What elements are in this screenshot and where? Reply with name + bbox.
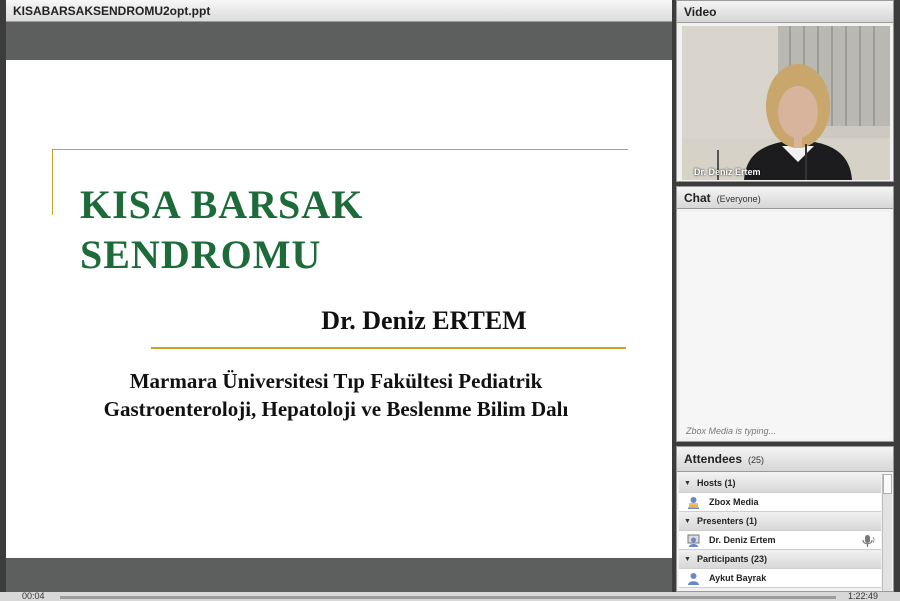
group-label: Presenters (1) [697,516,758,526]
video-feed: Dr. Deniz Ertem [682,26,890,180]
playback-bar[interactable]: 00:04 1:22:49 [0,591,900,601]
attendee-scrollbar[interactable] [882,474,892,591]
slide-title-line1: KISA BARSAK [80,182,364,227]
expand-triangle-icon[interactable]: ▼ [684,474,691,493]
attendee-group-hosts[interactable]: ▼ Hosts (1) [679,474,881,493]
slide-left-rule [52,149,53,215]
video-pod: Video Dr. Deniz Ertem [676,0,894,182]
scrollbar-thumb[interactable] [883,474,892,494]
attendee-group-participants[interactable]: ▼ Participants (23) [679,550,881,569]
participant-user-icon [688,573,699,585]
attendees-count: (25) [748,455,765,465]
slide-affiliation-line1: Marmara Üniversitesi Tıp Fakültesi Pedia… [129,369,543,393]
slide-top-rule [52,149,628,150]
group-label: Participants (23) [697,554,768,564]
attendee-group-presenters[interactable]: ▼ Presenters (1) [679,512,881,531]
chat-scope[interactable]: (Everyone) [717,194,761,204]
slide-affiliation-line2: Gastroenteroloji, Hepatoloji ve Beslenme… [103,397,569,421]
microphone-icon [862,535,875,547]
expand-triangle-icon[interactable]: ▼ [684,550,691,569]
chat-pod: Chat (Everyone) Zbox Media is typing... [676,186,894,442]
slide-author: Dr. Deniz ERTEM [321,306,527,335]
slide-author-rule [151,347,626,349]
attendees-title: Attendees [684,452,743,466]
elapsed-time: 00:04 [22,591,45,601]
video-name-caption: Dr. Deniz Ertem [694,167,761,177]
expand-triangle-icon[interactable]: ▼ [684,512,691,531]
seek-track[interactable] [60,596,836,599]
attendee-row[interactable]: Aykut Bayrak [679,569,881,588]
presenter-video-image [682,26,890,180]
video-pod-title: Video [677,1,893,23]
attendees-pod: Attendees (25) ▼ Hosts (1) Zbox Media ▼ P… [676,446,894,592]
total-time: 1:22:49 [848,591,879,601]
attendee-list: ▼ Hosts (1) Zbox Media ▼ Presenters (1) … [679,474,881,588]
attendee-row[interactable]: Dr. Deniz Ertem [679,531,881,550]
attendee-name: Dr. Deniz Ertem [709,535,776,545]
slide-title-line2: SENDROMU [80,232,322,277]
chat-title: Chat [684,191,711,205]
attendee-row[interactable]: Zbox Media [679,493,881,512]
chat-pod-title: Chat (Everyone) [677,187,893,209]
presentation-slide: KISA BARSAK SENDROMU Dr. Deniz ERTEM Mar… [6,60,672,558]
attendees-pod-title: Attendees (25) [677,447,893,472]
attendee-name: Aykut Bayrak [709,573,767,583]
chat-typing-indicator: Zbox Media is typing... [686,426,777,436]
presenter-user-icon [687,534,700,547]
chat-message-area[interactable]: Zbox Media is typing... [680,212,890,438]
slide-title: KISA BARSAK SENDROMU [80,180,363,280]
host-user-icon [688,497,699,509]
group-label: Hosts (1) [697,478,736,488]
share-pod-title: KISABARSAKSENDROMU2opt.ppt [6,0,672,22]
attendee-name: Zbox Media [709,497,759,507]
